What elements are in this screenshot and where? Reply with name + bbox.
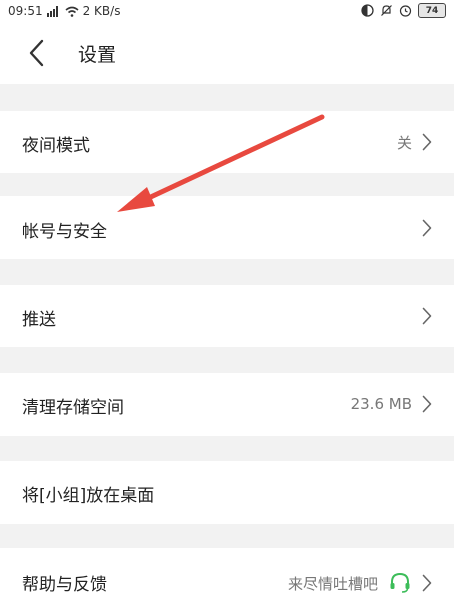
row-label: 清理存储空间 bbox=[22, 398, 124, 418]
section-divider bbox=[0, 172, 454, 196]
row-label: 夜间模式 bbox=[22, 136, 90, 156]
settings-row-account-security[interactable]: 帐号与安全 bbox=[0, 197, 454, 259]
row-value: 关 bbox=[396, 133, 412, 152]
settings-row-clear-storage[interactable]: 清理存储空间 23.6 MB bbox=[0, 373, 454, 435]
mute-bell-icon bbox=[381, 5, 392, 16]
back-button[interactable] bbox=[22, 38, 52, 68]
page-title: 设置 bbox=[78, 44, 117, 66]
row-right: 23.6 MB bbox=[351, 373, 432, 435]
signal-icon bbox=[46, 5, 58, 17]
row-right: 来尽情吐槽吧 bbox=[288, 548, 432, 600]
status-left: 09:51 2 KB/s bbox=[8, 4, 120, 18]
settings-row-night-mode[interactable]: 夜间模式 关 bbox=[0, 111, 454, 173]
row-label: 将[小组]放在桌面 bbox=[22, 486, 155, 506]
row-value: 23.6 MB bbox=[350, 395, 412, 413]
row-right: 关 bbox=[397, 111, 432, 173]
section-divider bbox=[0, 347, 454, 373]
row-label: 推送 bbox=[22, 310, 56, 330]
status-time: 09:51 bbox=[8, 4, 43, 18]
wifi-icon bbox=[65, 6, 79, 17]
settings-row-help-feedback[interactable]: 帮助与反馈 来尽情吐槽吧 bbox=[0, 548, 454, 600]
battery-level: 74 bbox=[425, 5, 439, 16]
status-right: 74 bbox=[361, 3, 446, 18]
headset-icon bbox=[390, 572, 410, 593]
header: 设置 bbox=[0, 24, 454, 82]
chevron-right-icon bbox=[422, 395, 432, 413]
row-right bbox=[422, 285, 432, 347]
section-divider bbox=[0, 436, 454, 461]
chevron-right-icon bbox=[422, 133, 432, 151]
section-divider bbox=[0, 524, 454, 548]
net-speed: 2 KB/s bbox=[82, 4, 121, 18]
theme-icon bbox=[361, 4, 374, 17]
row-label: 帐号与安全 bbox=[22, 222, 107, 242]
row-right bbox=[422, 197, 432, 259]
section-divider bbox=[0, 259, 454, 285]
chevron-right-icon bbox=[422, 219, 432, 237]
row-value: 来尽情吐槽吧 bbox=[287, 574, 378, 593]
status-bar: 09:51 2 KB/s 74 bbox=[0, 0, 454, 24]
chevron-right-icon bbox=[422, 307, 432, 325]
settings-screen: 09:51 2 KB/s 74 设置 夜间模式 关 帐号与安全 推送 清理存储空… bbox=[0, 0, 454, 600]
alarm-icon bbox=[399, 5, 412, 17]
settings-row-push[interactable]: 推送 bbox=[0, 285, 454, 347]
section-divider bbox=[0, 84, 454, 111]
chevron-right-icon bbox=[422, 574, 432, 592]
row-label: 帮助与反馈 bbox=[22, 575, 107, 595]
chevron-left-icon bbox=[29, 39, 44, 67]
battery-indicator: 74 bbox=[418, 3, 446, 18]
settings-row-pin-group[interactable]: 将[小组]放在桌面 bbox=[0, 461, 454, 523]
